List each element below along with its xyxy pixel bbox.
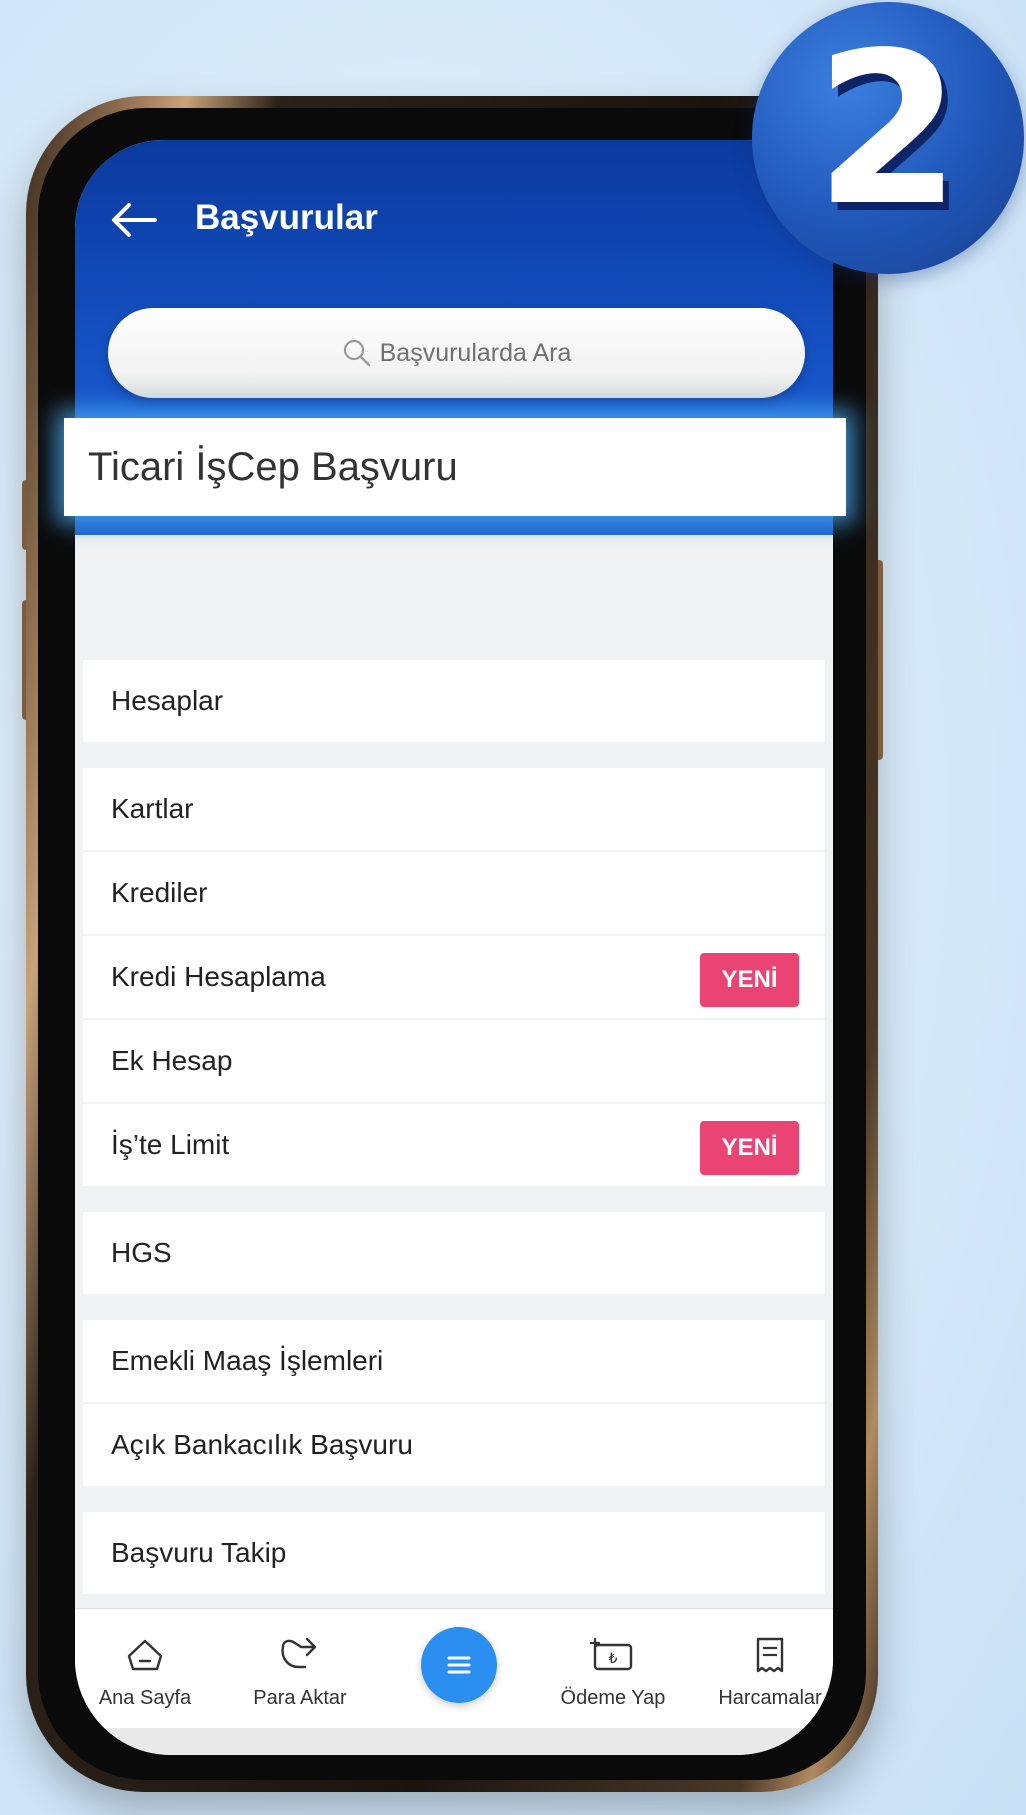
list-item-label: Kredi Hesaplama (111, 961, 326, 992)
list-item-label: Emekli Maaş İşlemleri (111, 1345, 384, 1376)
nav-transfer[interactable]: Para Aktar (230, 1609, 370, 1729)
search-icon (343, 339, 370, 367)
list-item-label: Krediler (111, 877, 208, 908)
nav-payment[interactable]: ₺ Ödeme Yap (543, 1609, 683, 1729)
nav-label: Para Aktar (253, 1687, 347, 1709)
list-item-label: Açık Bankacılık Başvuru (111, 1429, 413, 1460)
list-item-iste-limit[interactable]: İş’te Limit YENİ (83, 1104, 825, 1186)
home-icon (127, 1639, 163, 1671)
bottom-navigation: Ana Sayfa Para Aktar ₺ Ödeme Yap Harcama… (75, 1608, 833, 1729)
list-item-label: HGS (111, 1237, 172, 1268)
home-indicator-area (75, 1728, 833, 1755)
list-item-hgs[interactable]: HGS (83, 1212, 825, 1294)
svg-text:₺: ₺ (609, 1651, 618, 1667)
list-item-label: Ek Hesap (111, 1045, 233, 1076)
list-item-label: İş’te Limit (111, 1129, 230, 1160)
list-item-label: Hesaplar (111, 685, 224, 716)
nav-label: Harcamalar (718, 1687, 822, 1709)
list-item-basvuru-takip[interactable]: Başvuru Takip (83, 1512, 825, 1594)
back-arrow-icon[interactable] (111, 202, 157, 238)
list-item-label: Başvuru Takip (111, 1537, 287, 1568)
transfer-icon (281, 1637, 317, 1669)
list-item-krediler[interactable]: Krediler (83, 852, 825, 934)
list-item-label: Kartlar (111, 793, 194, 824)
search-placeholder: Başvurularda Ara (379, 338, 572, 367)
page-title: Başvurular (195, 198, 378, 237)
list-item-emekli-maas[interactable]: Emekli Maaş İşlemleri (83, 1320, 825, 1402)
main-menu-button[interactable] (421, 1627, 497, 1703)
search-input[interactable]: Başvurularda Ara (108, 308, 805, 398)
list-item-hesaplar[interactable]: Hesaplar (83, 660, 825, 742)
highlighted-item-label: Ticari İşCep Başvuru (88, 444, 458, 489)
phone-screen: Başvurular Başvurularda Ara Hesaplar Kar… (75, 140, 833, 1755)
new-badge: YENİ (700, 1121, 799, 1175)
list-item-ek-hesap[interactable]: Ek Hesap (83, 1020, 825, 1102)
highlighted-list-item-ticari-iscep[interactable]: Ticari İşCep Başvuru (64, 418, 846, 516)
payment-icon: ₺ (590, 1637, 633, 1671)
receipt-icon (756, 1637, 784, 1673)
menu-icon (447, 1656, 471, 1674)
list-item-acik-bankacilik[interactable]: Açık Bankacılık Başvuru (83, 1404, 825, 1486)
list-item-kredi-hesaplama[interactable]: Kredi Hesaplama YENİ (83, 936, 825, 1018)
nav-label: Ana Sayfa (98, 1687, 192, 1709)
step-number-badge: 2 (752, 2, 1024, 274)
nav-label: Ödeme Yap (560, 1687, 666, 1709)
list-item-kartlar[interactable]: Kartlar (83, 768, 825, 850)
new-badge: YENİ (700, 953, 799, 1007)
nav-expenses[interactable]: Harcamalar (700, 1609, 833, 1729)
nav-home[interactable]: Ana Sayfa (75, 1609, 215, 1729)
